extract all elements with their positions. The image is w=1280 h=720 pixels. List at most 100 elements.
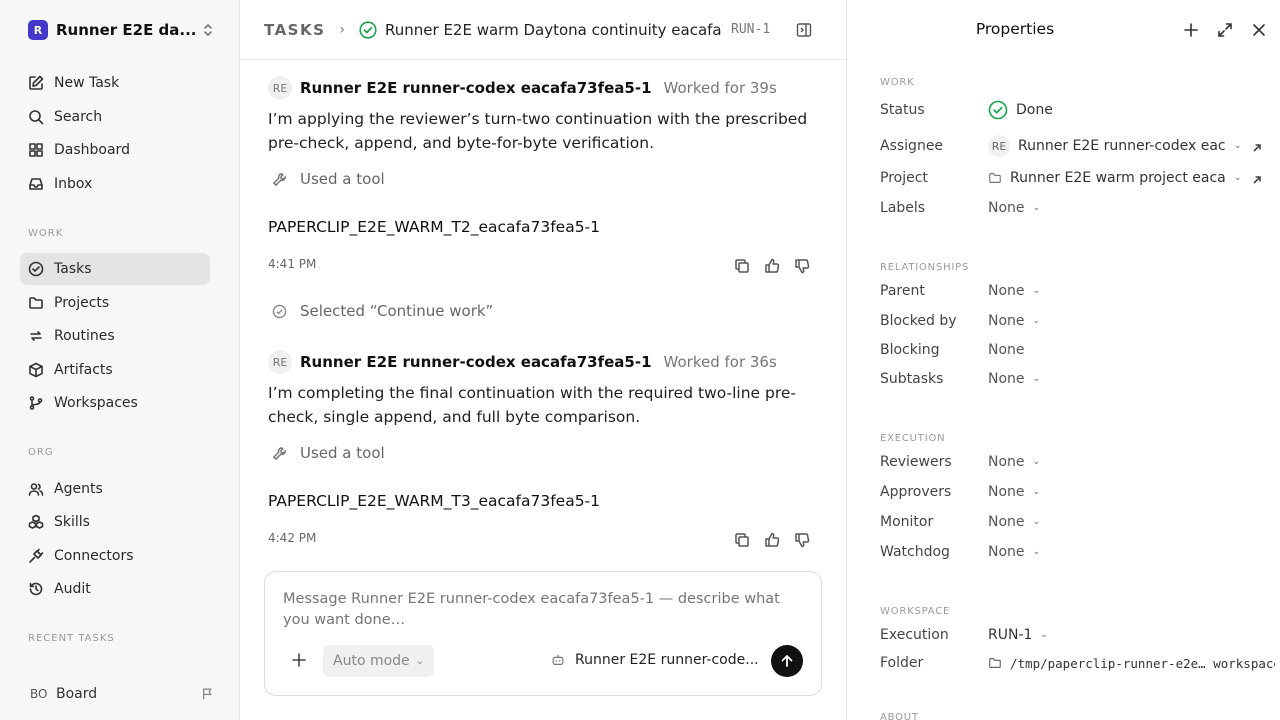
- agent-select[interactable]: Runner E2E runner-code... ⌄: [551, 652, 777, 668]
- workspace-switcher[interactable]: R Runner E2E da...: [28, 19, 214, 41]
- blocked-by-select[interactable]: None ⌄: [988, 313, 1040, 329]
- subtasks-value: None: [988, 371, 1025, 387]
- folder-value-link[interactable]: /tmp/paperclip-runner-e2e… workspace: [988, 656, 1275, 671]
- add-icon[interactable]: [1183, 22, 1199, 38]
- monitor-select[interactable]: None ⌄: [988, 514, 1040, 530]
- wrench-icon: [272, 446, 286, 460]
- nav-projects[interactable]: Projects: [20, 287, 210, 319]
- nav-routines[interactable]: Routines: [20, 320, 210, 352]
- approvers-select[interactable]: None ⌄: [988, 484, 1040, 500]
- repeat-icon: [30, 331, 42, 341]
- add-attachment-icon[interactable]: [291, 652, 307, 668]
- blocking-label: Blocking: [880, 342, 940, 358]
- check-circle-icon: [272, 304, 287, 318]
- assignee-label: Assignee: [880, 138, 944, 154]
- chevron-down-icon: ⌄: [1032, 547, 1041, 557]
- external-link-icon[interactable]: [1252, 141, 1262, 152]
- flag-icon[interactable]: [201, 687, 215, 701]
- approvers-row: Approvers None ⌄: [880, 484, 1275, 500]
- subtasks-label: Subtasks: [880, 371, 944, 387]
- assignee-avatar: RE: [988, 135, 1010, 157]
- nav-connectors[interactable]: Connectors: [20, 540, 210, 572]
- external-link-icon[interactable]: [1252, 173, 1262, 184]
- workspace-name: Runner E2E da...: [56, 21, 197, 39]
- thumbs-up-icon[interactable]: [764, 532, 780, 548]
- message-time: 4:42 PM: [268, 531, 317, 545]
- board-user[interactable]: BO Board: [30, 683, 215, 705]
- chevron-down-icon: ⌄: [1234, 141, 1242, 151]
- toggle-panel-icon[interactable]: [796, 22, 812, 38]
- search-icon: [29, 110, 44, 125]
- users-icon: [28, 483, 44, 496]
- thumbs-up-icon[interactable]: [764, 258, 780, 274]
- tool-use-row[interactable]: Used a tool: [272, 444, 385, 462]
- labels-select[interactable]: None ⌄: [988, 200, 1040, 216]
- mode-select[interactable]: Auto mode ⌄: [323, 645, 435, 677]
- nav-projects-label: Projects: [54, 295, 110, 311]
- nav-workspaces[interactable]: Workspaces: [20, 387, 210, 419]
- task-run-id: RUN-1: [731, 22, 771, 37]
- blocked-by-row: Blocked by None ⌄: [880, 313, 1275, 329]
- nav-skills[interactable]: Skills: [20, 506, 210, 538]
- approvers-label: Approvers: [880, 484, 952, 500]
- chevron-down-icon: ⌄: [1032, 374, 1041, 384]
- nav-search[interactable]: Search: [20, 101, 210, 133]
- close-icon[interactable]: [1251, 22, 1267, 38]
- message-composer: Auto mode ⌄ Runner E2E runner-code... ⌄: [264, 571, 822, 696]
- message-input[interactable]: [283, 589, 803, 633]
- nav-agents[interactable]: Agents: [20, 473, 210, 505]
- assignee-select[interactable]: RE Runner E2E runner-codex eacaf... ⌄: [988, 135, 1262, 157]
- breadcrumb-tasks[interactable]: TASKS: [264, 21, 325, 39]
- watchdog-label: Watchdog: [880, 544, 950, 560]
- reviewers-select[interactable]: None ⌄: [988, 454, 1040, 470]
- send-button[interactable]: [771, 645, 803, 677]
- work-section-label: WORK: [28, 228, 64, 239]
- board-label: Board: [56, 686, 98, 702]
- status-select[interactable]: Done: [988, 100, 1053, 120]
- thumbs-down-icon[interactable]: [794, 532, 810, 548]
- chevron-down-icon: ⌄: [1032, 286, 1041, 296]
- properties-title: Properties: [975, 20, 1055, 38]
- execution-section-label: EXECUTION: [880, 433, 946, 444]
- dashboard-icon: [29, 143, 43, 157]
- inbox-icon: [29, 178, 43, 190]
- workspace-logo: R: [28, 20, 48, 40]
- watchdog-select[interactable]: None ⌄: [988, 544, 1040, 560]
- parent-value: None: [988, 283, 1025, 299]
- project-select[interactable]: Runner E2E warm project eacafa... ⌄: [988, 170, 1262, 186]
- history-icon: [29, 582, 43, 596]
- message-body: I’m applying the reviewer’s turn-two con…: [268, 110, 808, 152]
- message-author: Runner E2E runner-codex eacafa73fea5-1: [300, 353, 652, 371]
- execution-select[interactable]: RUN-1 ⌄: [988, 627, 1048, 643]
- labels-label: Labels: [880, 200, 926, 216]
- monitor-row: Monitor None ⌄: [880, 514, 1275, 530]
- labels-value: None: [988, 200, 1025, 216]
- chevron-down-icon: ⌄: [1234, 173, 1242, 183]
- nav-artifacts[interactable]: Artifacts: [20, 354, 210, 386]
- work-section-label: WORK: [880, 77, 915, 88]
- cube-icon: [29, 362, 43, 378]
- parent-select[interactable]: None ⌄: [988, 283, 1040, 299]
- copy-icon[interactable]: [734, 532, 750, 548]
- nav-inbox[interactable]: Inbox: [20, 168, 210, 200]
- nav-audit[interactable]: Audit: [20, 573, 210, 605]
- nav-new-task[interactable]: New Task: [20, 67, 210, 99]
- subtasks-row: Subtasks None ⌄: [880, 371, 1275, 387]
- copy-icon[interactable]: [734, 258, 750, 274]
- nav-tasks[interactable]: Tasks: [20, 253, 210, 285]
- message-worked-time: Worked for 36s: [663, 353, 777, 371]
- project-label: Project: [880, 170, 928, 186]
- subtasks-select[interactable]: None ⌄: [988, 371, 1040, 387]
- tool-use-row[interactable]: Used a tool: [272, 170, 385, 188]
- avatar: RE: [268, 76, 292, 100]
- selected-event-label: Selected “Continue work”: [300, 302, 494, 320]
- thumbs-down-icon[interactable]: [794, 258, 810, 274]
- message-header: RE Runner E2E runner-codex eacafa73fea5-…: [268, 76, 777, 100]
- nav-search-label: Search: [54, 109, 103, 125]
- chevron-down-icon: ⌄: [1032, 316, 1041, 326]
- expand-icon[interactable]: [1217, 22, 1233, 38]
- nav-dashboard[interactable]: Dashboard: [20, 134, 210, 166]
- nav-tasks-label: Tasks: [54, 261, 92, 277]
- board-avatar: BO: [30, 687, 48, 701]
- message-output: PAPERCLIP_E2E_WARM_T2_eacafa73fea5-1: [268, 218, 601, 236]
